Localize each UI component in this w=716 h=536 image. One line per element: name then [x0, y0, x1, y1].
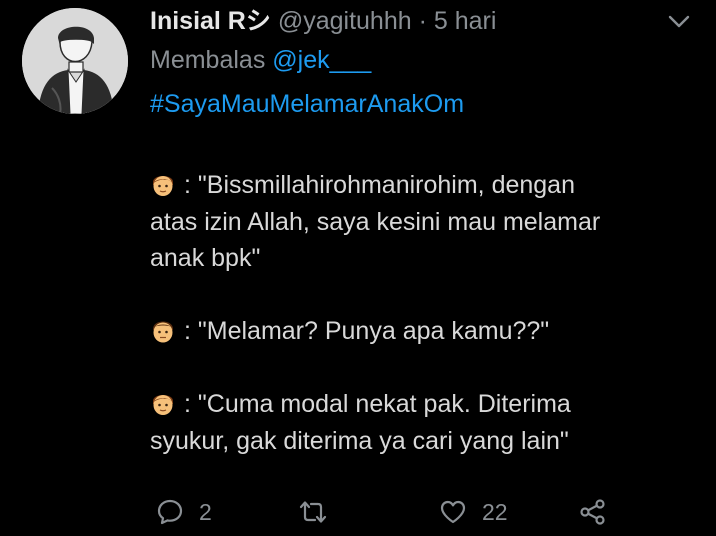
reply-mention-link[interactable]: @jek___	[272, 46, 371, 74]
dialogue-text: : "Melamar? Punya apa kamu??"	[184, 317, 550, 345]
reply-bubble-icon	[157, 499, 183, 525]
tweet-actions: 2 22	[0, 492, 716, 532]
retweet-icon	[299, 501, 327, 523]
separator-dot: ·	[418, 7, 427, 35]
display-name[interactable]: Inisial Rシ	[150, 7, 271, 35]
user-handle[interactable]: @yagituhhh	[278, 7, 412, 35]
dialogue-line: anak bpk"	[150, 244, 261, 272]
retweet-button[interactable]	[298, 492, 328, 532]
boy-emoji-icon	[153, 395, 173, 415]
dialogue-line: : "Bissmillahirohmanirohim, dengan	[150, 167, 710, 204]
heart-icon	[440, 500, 466, 524]
hashtag-link[interactable]: #SayaMauMelamarAnakOm	[150, 89, 464, 119]
boy-emoji-icon	[153, 176, 173, 196]
chevron-down-icon[interactable]	[666, 8, 692, 34]
man-emoji-icon	[153, 321, 173, 343]
avatar[interactable]	[22, 8, 128, 114]
reply-count: 2	[199, 498, 212, 525]
reply-button[interactable]: 2	[155, 492, 212, 532]
tweet-header: Inisial Rシ @yagituhhh · 5 hari	[150, 6, 696, 36]
like-count: 22	[482, 498, 508, 525]
dialogue-line: : "Cuma modal nekat pak. Diterima	[150, 386, 710, 423]
dialogue-text: : "Bissmillahirohmanirohim, dengan	[184, 171, 575, 199]
avatar-illustration-icon	[22, 8, 128, 114]
dialogue-paragraph: : "Bissmillahirohmanirohim, dengan atas …	[150, 167, 710, 277]
replying-to: Membalas @jek___	[150, 45, 371, 75]
share-button[interactable]	[578, 492, 608, 532]
dialogue-paragraph: : "Cuma modal nekat pak. Diterima syukur…	[150, 386, 710, 459]
dialogue-paragraph: : "Melamar? Punya apa kamu??"	[150, 313, 710, 350]
timestamp[interactable]: 5 hari	[434, 7, 497, 35]
tweet-text: : "Bissmillahirohmanirohim, dengan atas …	[150, 167, 710, 496]
share-icon	[580, 499, 605, 525]
replying-to-label: Membalas	[150, 46, 266, 74]
dialogue-line: : "Melamar? Punya apa kamu??"	[150, 313, 710, 350]
dialogue-line: atas izin Allah, saya kesini mau melamar	[150, 207, 601, 236]
dialogue-text: : "Cuma modal nekat pak. Diterima	[184, 390, 571, 418]
like-button[interactable]: 22	[438, 492, 508, 532]
dialogue-line: syukur, gak diterima ya cari yang lain"	[150, 426, 569, 455]
